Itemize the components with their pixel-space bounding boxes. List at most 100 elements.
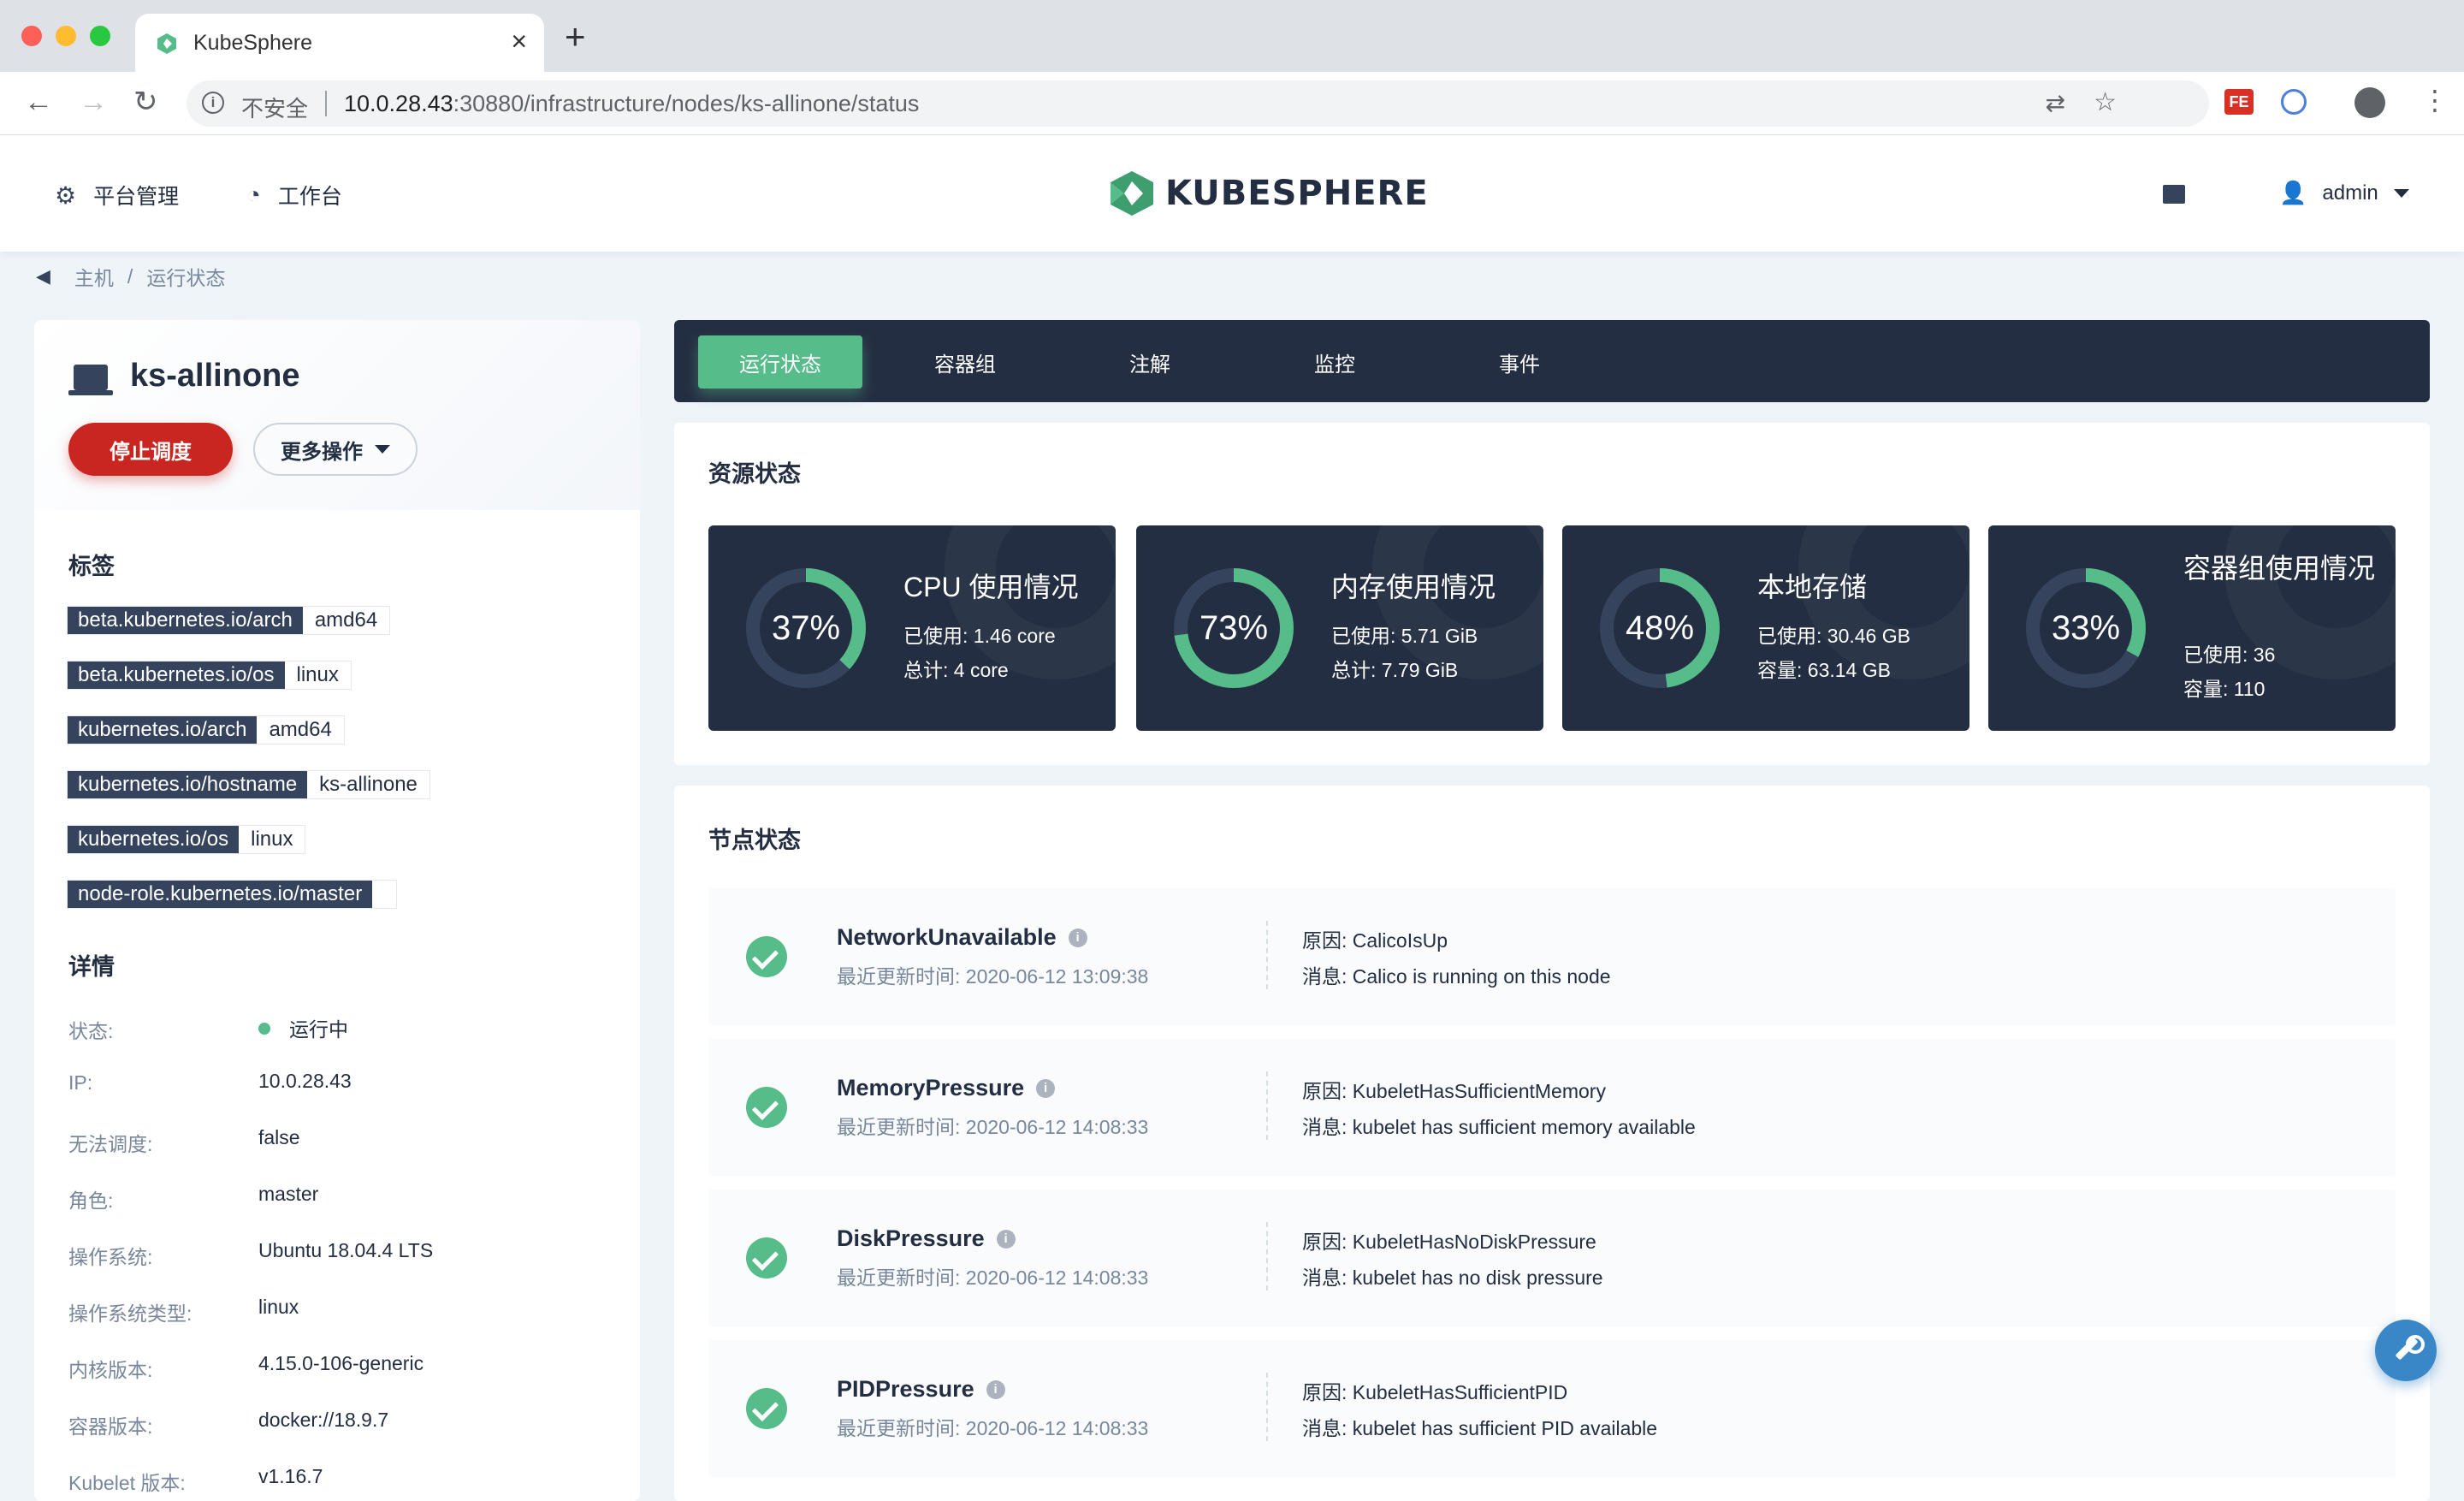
platform-menu[interactable]: ⚙ 平台管理	[55, 180, 179, 211]
window-zoom-button[interactable]	[90, 26, 110, 46]
translate-icon[interactable]: ⇄	[2046, 89, 2065, 117]
condition-message: 消息: kubelet has sufficient memory availa…	[1302, 1116, 1696, 1138]
resource-used: 已使用: 30.46 GB	[1757, 625, 1910, 647]
node-info-panel: ks-allinone 停止调度 更多操作 标签 beta.kubernetes…	[34, 320, 640, 1501]
detail-row-os: 操作系统: Ubuntu 18.04.4 LTS	[68, 1236, 616, 1270]
user-menu[interactable]: 👤 admin	[2279, 180, 2409, 206]
detail-key: 无法调度:	[68, 1133, 153, 1155]
condition-divider	[1266, 1373, 1268, 1441]
address-bar[interactable]: i 不安全 10.0.28.43:30880/infrastructure/no…	[187, 80, 2209, 127]
detail-value: master	[258, 1183, 319, 1205]
detail-row-unschedulable: 无法调度: false	[68, 1123, 616, 1157]
resource-status-title: 资源状态	[708, 461, 801, 487]
back-icon[interactable]: ←	[24, 87, 53, 116]
new-tab-icon[interactable]: +	[565, 19, 586, 55]
resource-total: 容量: 63.14 GB	[1757, 659, 1891, 681]
info-icon[interactable]: i	[1036, 1078, 1056, 1098]
bookmark-star-icon[interactable]: ☆	[2094, 87, 2117, 117]
check-circle-icon	[746, 1237, 787, 1279]
extension-icon[interactable]	[2281, 89, 2307, 115]
tab-events[interactable]: 事件	[1437, 335, 1602, 389]
condition-name-text: MemoryPressure	[837, 1075, 1025, 1101]
workbench-menu[interactable]: ◔ 工作台	[246, 180, 342, 211]
detail-key: 操作系统类型:	[68, 1302, 192, 1325]
usage-percent: 73%	[1199, 608, 1269, 647]
info-icon[interactable]: i	[996, 1229, 1016, 1249]
resource-tile-storage: 48% 本地存储 已使用: 30.46 GB 容量: 63.14 GB	[1562, 525, 1969, 731]
condition-divider	[1266, 1222, 1268, 1290]
condition-name-text: PIDPressure	[837, 1376, 974, 1402]
detail-value: 运行中	[258, 1013, 348, 1042]
label-tag: kubernetes.io/hostname ks-allinone	[67, 770, 430, 799]
condition-name-text: DiskPressure	[837, 1225, 985, 1251]
detail-value: 10.0.28.43	[258, 1070, 352, 1092]
condition-reason: 原因: KubeletHasSufficientMemory	[1302, 1080, 1606, 1102]
label-value: amd64	[314, 608, 378, 632]
condition-reason: 原因: CalicoIsUp	[1302, 929, 1448, 952]
label-key: beta.kubernetes.io/os	[68, 662, 285, 689]
kubesphere-logo[interactable]: KUBESPHERE	[1109, 169, 1429, 217]
username: admin	[2322, 181, 2378, 205]
tab-pods[interactable]: 容器组	[883, 335, 1047, 389]
breadcrumb: ◀ 主机 / 运行状态	[36, 262, 225, 291]
browser-tab[interactable]: KubeSphere ×	[135, 14, 544, 72]
kubesphere-logo-icon	[1111, 171, 1153, 216]
condition-time: 最近更新时间: 2020-06-12 14:08:33	[837, 1267, 1149, 1289]
menu-kebab-icon[interactable]: ⋮	[2421, 84, 2449, 116]
resource-used: 已使用: 36	[2183, 644, 2276, 666]
detail-key: Kubelet 版本:	[68, 1472, 186, 1494]
label-tag: beta.kubernetes.io/arch amd64	[67, 606, 391, 635]
condition-reason: 原因: KubeletHasNoDiskPressure	[1302, 1231, 1596, 1253]
usage-percent: 37%	[771, 608, 841, 647]
info-icon[interactable]: i	[986, 1379, 1005, 1399]
more-actions-button[interactable]: 更多操作	[253, 423, 418, 476]
workbench-label: 工作台	[277, 185, 342, 209]
condition-divider	[1266, 1071, 1268, 1140]
insecure-label: 不安全	[241, 96, 309, 122]
details-title: 详情	[68, 954, 115, 980]
profile-avatar-icon[interactable]	[2354, 87, 2385, 118]
detail-value: linux	[258, 1296, 299, 1318]
label-tag: beta.kubernetes.io/os linux	[67, 661, 352, 690]
label-value	[372, 881, 396, 908]
laptop-icon	[68, 365, 113, 395]
resource-tile-pods: 33% 容器组使用情况 已使用: 36 容量: 110	[1988, 525, 2396, 731]
condition-time: 最近更新时间: 2020-06-12 14:08:33	[837, 1116, 1149, 1138]
check-circle-icon	[746, 936, 787, 977]
resource-tile-memory: 73% 内存使用情况 已使用: 5.71 GiB 总计: 7.79 GiB	[1136, 525, 1543, 731]
breadcrumb-parent[interactable]: 主机	[74, 262, 114, 291]
window-close-button[interactable]	[21, 26, 42, 46]
fe-extension-icon[interactable]: FE	[2224, 89, 2254, 115]
status-text: 运行中	[289, 1018, 348, 1041]
stop-scheduling-button[interactable]: 停止调度	[68, 423, 233, 476]
status-dot-icon	[258, 1023, 270, 1035]
node-name: ks-allinone	[130, 358, 300, 394]
label-key: kubernetes.io/os	[68, 826, 240, 853]
info-icon[interactable]: i	[1068, 928, 1087, 947]
window-minimize-button[interactable]	[56, 26, 76, 46]
label-value: ks-allinone	[319, 773, 418, 796]
forward-icon[interactable]: →	[79, 87, 108, 116]
layout-toggle-icon[interactable]	[2163, 185, 2185, 204]
back-arrow-icon[interactable]: ◀	[36, 265, 50, 288]
detail-value: Ubuntu 18.04.4 LTS	[258, 1239, 434, 1261]
chevron-down-icon	[375, 445, 390, 454]
toolbox-hammer-button[interactable]	[2375, 1320, 2437, 1381]
detail-key: 角色:	[68, 1190, 114, 1212]
breadcrumb-separator: /	[127, 264, 133, 288]
tab-annotations[interactable]: 注解	[1068, 335, 1232, 389]
tab-status[interactable]: 运行状态	[698, 335, 862, 389]
node-header: ks-allinone 停止调度 更多操作	[34, 320, 640, 510]
tab-close-icon[interactable]: ×	[511, 26, 527, 57]
detail-tabs: 运行状态 容器组 注解 监控 事件	[674, 320, 2430, 402]
site-info-icon[interactable]: i	[202, 92, 224, 114]
tab-monitoring[interactable]: 监控	[1253, 335, 1417, 389]
usage-percent: 33%	[2051, 608, 2121, 647]
detail-row-kernel: 内核版本: 4.15.0-106-generic	[68, 1349, 616, 1383]
reload-icon[interactable]: ↻	[133, 87, 158, 116]
label-value: linux	[296, 663, 339, 686]
condition-name: PIDPressure i	[837, 1376, 1005, 1403]
browser-tab-title: KubeSphere	[193, 31, 313, 55]
resource-title: 本地存储	[1757, 572, 1868, 602]
condition-message: 消息: kubelet has no disk pressure	[1302, 1267, 1603, 1289]
